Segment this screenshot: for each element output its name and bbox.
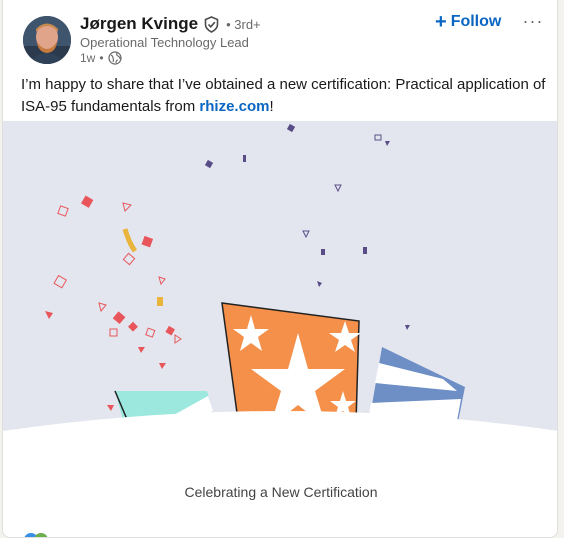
post-time: 1w [80, 51, 96, 65]
post-text-body: I’m happy to share that I’ve obtained a … [21, 76, 546, 115]
plus-icon: + [435, 11, 447, 33]
connection-degree: 3rd+ [226, 17, 260, 32]
author-name[interactable]: Jørgen Kvinge [80, 14, 198, 34]
post-meta: 1w • [80, 51, 122, 65]
post-text: I’m happy to share that I’ve obtained a … [21, 74, 551, 118]
post-header: Jørgen Kvinge 3rd+ Operational Technolog… [3, 0, 557, 68]
follow-button[interactable]: + Follow [435, 12, 501, 32]
author-headline: Operational Technology Lead [80, 35, 249, 50]
post-text-end: ! [269, 98, 274, 115]
author-name-row: Jørgen Kvinge 3rd+ [80, 14, 261, 34]
feed-post-card: Jørgen Kvinge 3rd+ Operational Technolog… [2, 0, 558, 538]
globe-icon [107, 51, 122, 65]
reaction-icons[interactable] [23, 530, 63, 537]
more-options-icon[interactable]: ··· [521, 12, 545, 36]
celebration-illustration [3, 121, 557, 458]
post-link[interactable]: rhize.com [199, 98, 269, 115]
verified-shield-icon [203, 15, 220, 33]
follow-label: Follow [450, 13, 502, 30]
certification-media[interactable] [3, 121, 557, 458]
author-avatar[interactable] [23, 16, 71, 64]
separator-dot: • [99, 51, 104, 65]
media-caption: Celebrating a New Certification [184, 484, 378, 500]
